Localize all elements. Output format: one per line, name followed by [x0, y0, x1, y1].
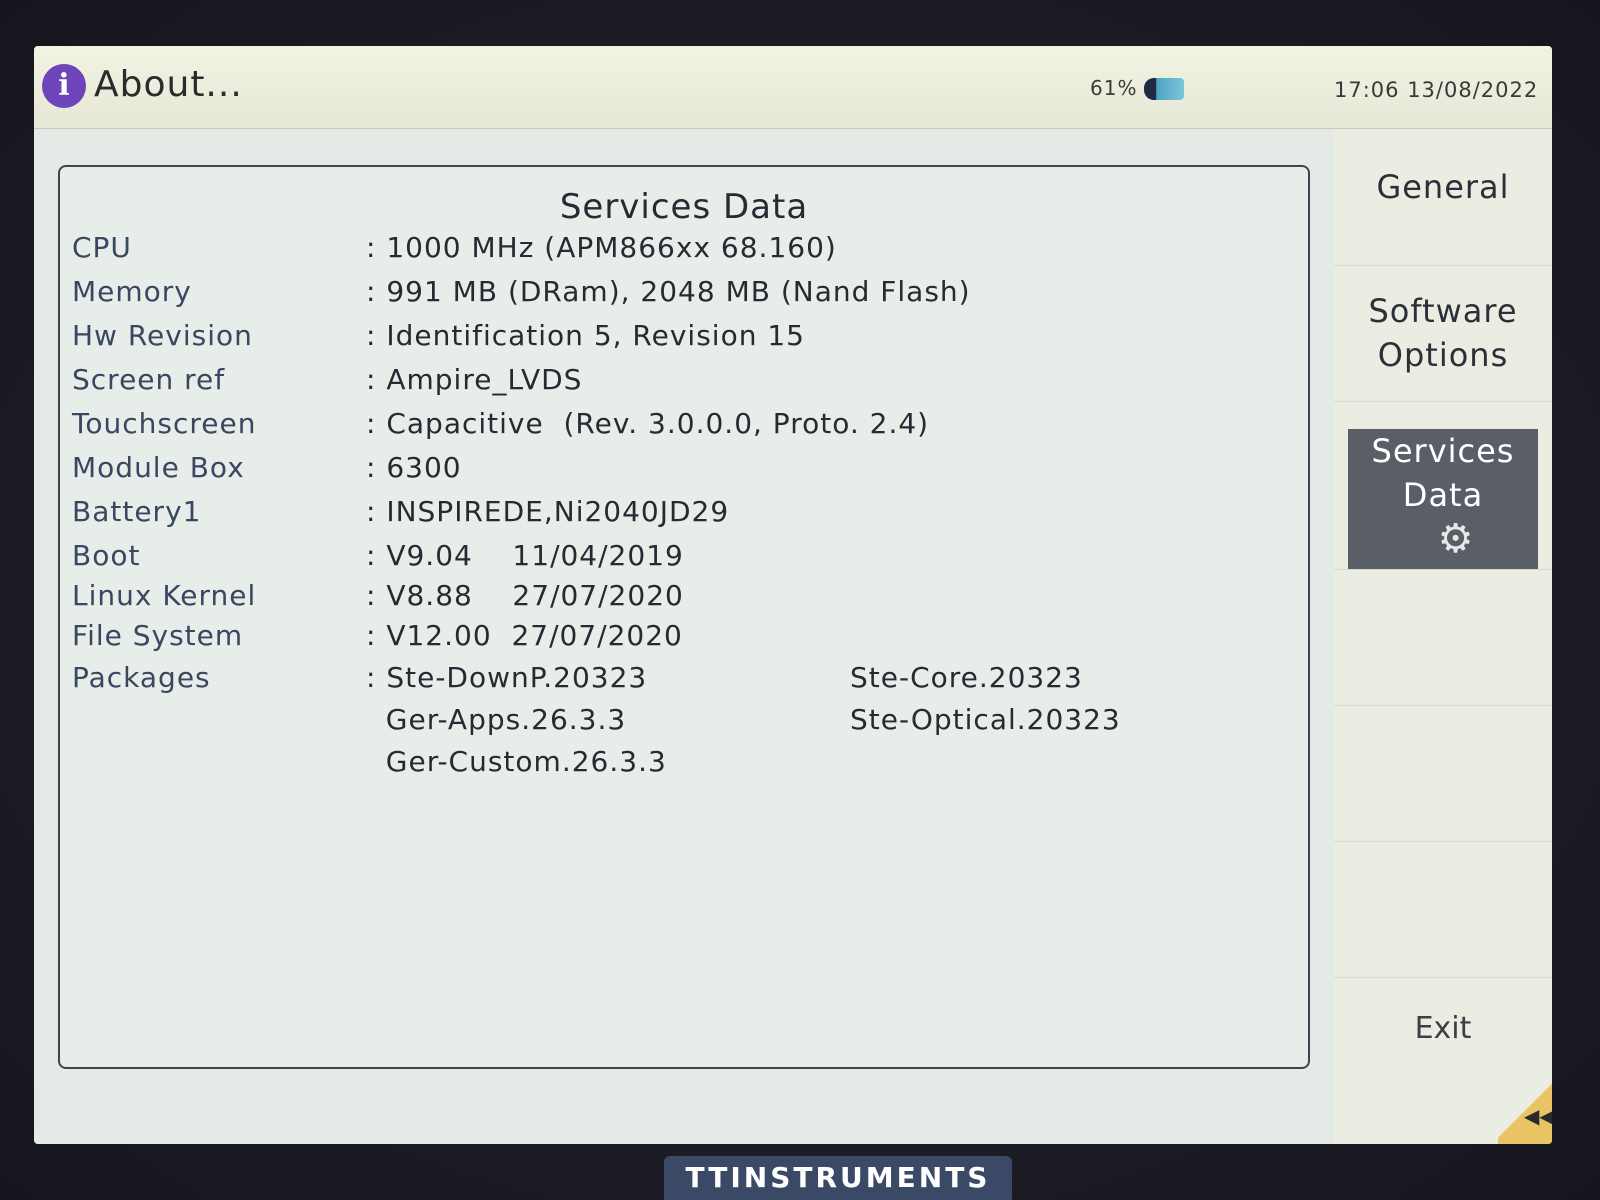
menu-item-general[interactable]: General	[1334, 129, 1552, 266]
device-screen: i About... 61% 17:06 13/08/2022 Services…	[34, 46, 1552, 1144]
info-row-boot: Boot : V9.04 11/04/2019	[60, 539, 1308, 579]
info-row-cpu: CPU : 1000 MHz (APM866xx 68.160)	[60, 231, 1308, 271]
row-label: Battery1	[72, 495, 202, 528]
battery-percentage: 61%	[1090, 76, 1138, 100]
clock: 17:06 13/08/2022	[1334, 78, 1539, 102]
row-value: : INSPIREDE,Ni2040JD29	[366, 495, 730, 528]
row-value: : V9.04 11/04/2019	[366, 539, 684, 572]
row-value: : 1000 MHz (APM866xx 68.160)	[366, 231, 837, 264]
row-label: File System	[72, 619, 244, 652]
row-value: : Ampire_LVDS	[366, 363, 583, 396]
title-bar: i About... 61% 17:06 13/08/2022	[34, 46, 1552, 129]
menu-item-active-highlight: Services Data ⚙	[1348, 429, 1538, 569]
menu-item-empty	[1334, 841, 1552, 978]
row-value: : 6300	[366, 451, 462, 484]
package-item: : Ste-DownP.20323	[366, 661, 648, 694]
exit-button[interactable]: Exit	[1334, 989, 1552, 1069]
info-row-hw-revision: Hw Revision : Identification 5, Revision…	[60, 319, 1308, 359]
row-value: : V12.00 27/07/2020	[366, 619, 683, 652]
row-label: Packages	[72, 661, 211, 694]
row-value: : 991 MB (DRam), 2048 MB (Nand Flash)	[366, 275, 971, 308]
info-icon: i	[42, 64, 86, 108]
row-value: : Capacitive (Rev. 3.0.0.0, Proto. 2.4)	[366, 407, 930, 440]
menu-item-label: Services Data	[1371, 432, 1515, 514]
menu-item-label: Software Options	[1368, 292, 1518, 374]
rewind-icon: ◀◀	[1524, 1104, 1552, 1128]
row-label: Linux Kernel	[72, 579, 257, 612]
info-row-touchscreen: Touchscreen : Capacitive (Rev. 3.0.0.0, …	[60, 407, 1308, 447]
row-label: CPU	[72, 231, 132, 264]
info-row-packages: Packages : Ste-DownP.20323 Ste-Core.2032…	[60, 661, 1308, 701]
row-value: : Identification 5, Revision 15	[366, 319, 805, 352]
menu-item-software-options[interactable]: Software Options	[1334, 265, 1552, 402]
info-row-linux-kernel: Linux Kernel : V8.88 27/07/2020	[60, 579, 1308, 619]
menu-item-label: General	[1376, 168, 1510, 206]
packages-row-3: Ger-Custom.26.3.3	[60, 745, 1308, 785]
package-item: Ger-Custom.26.3.3	[366, 745, 667, 778]
brand-logo: TTINSTRUMENTS	[664, 1156, 1012, 1200]
menu-item-services-data[interactable]: Services Data ⚙	[1334, 429, 1552, 570]
side-menu: General Software Options Services Data ⚙…	[1334, 129, 1552, 1144]
info-row-screen-ref: Screen ref : Ampire_LVDS	[60, 363, 1308, 403]
battery-icon	[1144, 78, 1184, 100]
info-row-file-system: File System : V12.00 27/07/2020	[60, 619, 1308, 659]
window-title: About...	[94, 64, 243, 105]
menu-item-empty	[1334, 569, 1552, 706]
packages-row-2: Ger-Apps.26.3.3 Ste-Optical.20323	[60, 703, 1308, 743]
info-row-battery1: Battery1 : INSPIREDE,Ni2040JD29	[60, 495, 1308, 535]
menu-item-empty	[1334, 705, 1552, 842]
row-label: Module Box	[72, 451, 245, 484]
row-value: : V8.88 27/07/2020	[366, 579, 684, 612]
package-item: Ste-Optical.20323	[850, 703, 1121, 736]
row-label: Touchscreen	[72, 407, 257, 440]
row-label: Memory	[72, 275, 192, 308]
content-area: Services Data CPU : 1000 MHz (APM866xx 6…	[34, 129, 1334, 1144]
services-data-panel: Services Data CPU : 1000 MHz (APM866xx 6…	[58, 165, 1310, 1069]
panel-title: Services Data	[559, 187, 809, 227]
row-label: Hw Revision	[72, 319, 253, 352]
info-row-memory: Memory : 991 MB (DRam), 2048 MB (Nand Fl…	[60, 275, 1308, 315]
package-item: Ste-Core.20323	[850, 661, 1083, 694]
row-label: Boot	[72, 539, 141, 572]
gear-icon: ⚙	[1437, 516, 1475, 562]
package-item: Ger-Apps.26.3.3	[366, 703, 627, 736]
info-row-module-box: Module Box : 6300	[60, 451, 1308, 491]
row-label: Screen ref	[72, 363, 226, 396]
